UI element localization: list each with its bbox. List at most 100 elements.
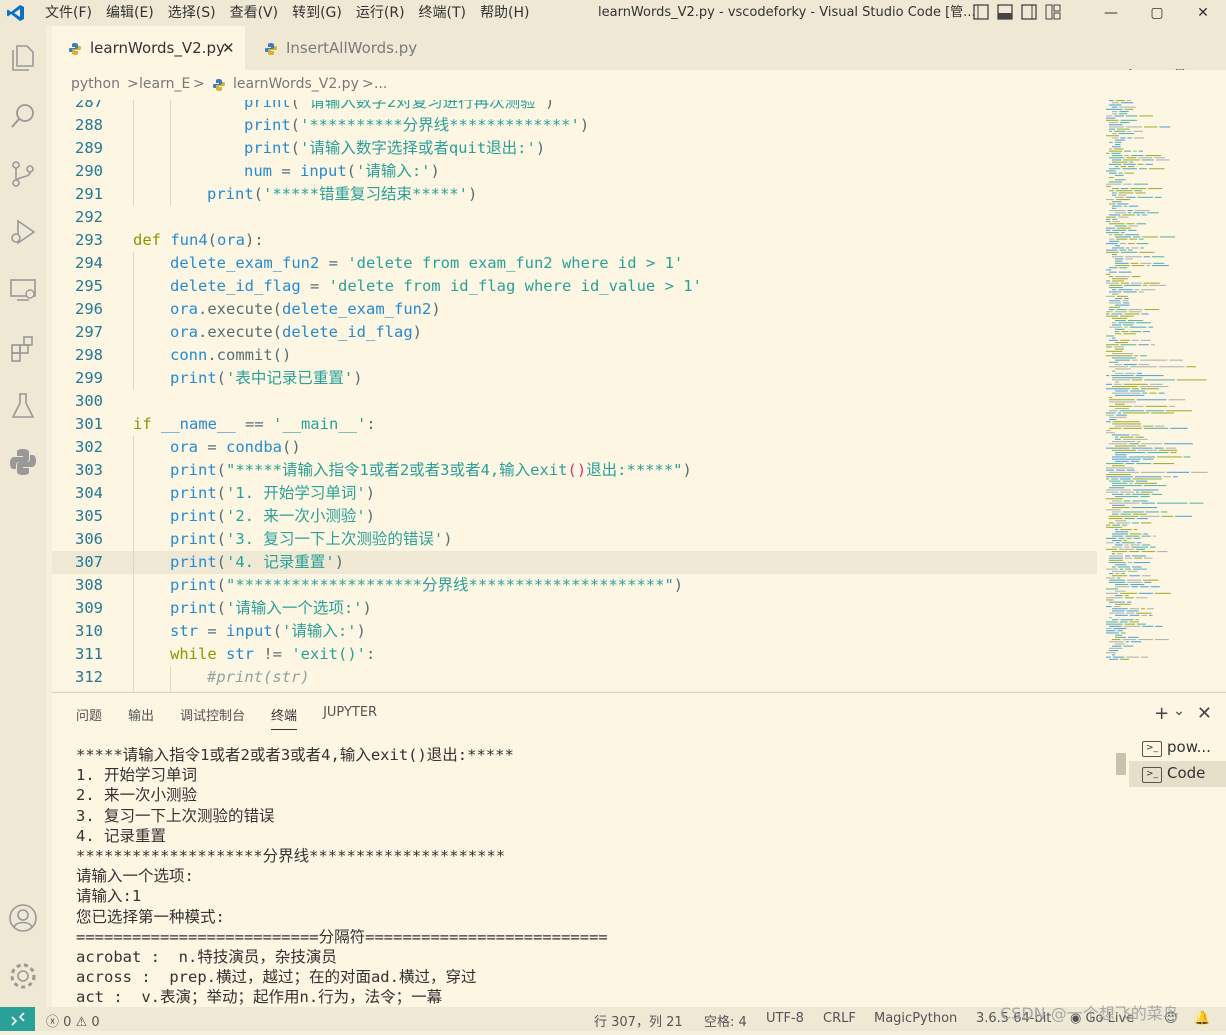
terminal-item-code[interactable]: >_ Code bbox=[1129, 761, 1226, 787]
tab-close-icon[interactable]: ✕ bbox=[222, 26, 235, 70]
code-line[interactable]: 291 print('*****错重复习结束*****') bbox=[52, 183, 1097, 206]
cursor-position[interactable]: 行 307，列 21 bbox=[594, 1011, 683, 1030]
toggle-panel-icon[interactable] bbox=[996, 3, 1014, 21]
code-line[interactable]: 310 str = input('请输入:') bbox=[52, 620, 1097, 643]
close-window-button[interactable]: ✕ bbox=[1180, 0, 1226, 26]
new-terminal-button[interactable]: + bbox=[1154, 703, 1169, 724]
minimap[interactable] bbox=[1104, 100, 1210, 660]
notifications-bell-icon[interactable]: 🔔 bbox=[1194, 1011, 1210, 1026]
toggle-sidebar-icon[interactable] bbox=[972, 3, 990, 21]
code-text: ora.execute(delete_exam_fun2) bbox=[170, 300, 441, 318]
panel-tab-terminal[interactable]: 终端 bbox=[271, 705, 298, 730]
code-line[interactable]: 302 ora = condba() bbox=[52, 436, 1097, 459]
line-number: 311 bbox=[75, 645, 103, 663]
python-icon[interactable] bbox=[7, 446, 39, 478]
line-number: 289 bbox=[75, 139, 103, 157]
source-control-icon[interactable] bbox=[7, 158, 39, 190]
menu-edit[interactable]: 编辑(E) bbox=[99, 0, 161, 26]
code-line[interactable]: 295 delete_id_flag = 'delete from id_flag… bbox=[52, 275, 1097, 298]
terminal-line: across : prep.横过，越过；在的对面ad.横过，穿过 bbox=[76, 968, 477, 987]
code-line[interactable]: 308 print("********************分界线*******… bbox=[52, 574, 1097, 597]
menu-view[interactable]: 查看(V) bbox=[223, 0, 286, 26]
code-line[interactable]: 300 bbox=[52, 390, 1097, 413]
panel-tab-debug-console[interactable]: 调试控制台 bbox=[180, 705, 245, 730]
run-debug-icon[interactable] bbox=[7, 216, 39, 248]
code-text: conn.commit() bbox=[170, 346, 292, 364]
menu-selection[interactable]: 选择(S) bbox=[161, 0, 223, 26]
code-line[interactable]: 297 ora.execute(delete_id_flag) bbox=[52, 321, 1097, 344]
line-number: 288 bbox=[75, 116, 103, 134]
code-line[interactable]: 298 conn.commit() bbox=[52, 344, 1097, 367]
code-line[interactable]: 306 print('3. 复习一下上次测验的错误') bbox=[52, 528, 1097, 551]
testing-flask-icon[interactable] bbox=[7, 390, 39, 422]
menu-run[interactable]: 运行(R) bbox=[349, 0, 412, 26]
terminal-dropdown-button[interactable]: ⌄ bbox=[1173, 703, 1185, 724]
problems-status[interactable]: ⓧ 0 ⚠ 0 bbox=[46, 1011, 100, 1030]
code-line[interactable]: 312 #print(str) bbox=[52, 666, 1097, 689]
close-panel-button[interactable]: ✕ bbox=[1197, 703, 1212, 724]
indent-guide bbox=[133, 436, 134, 691]
code-line[interactable]: 287 print('请输入数字2对复习进行再次测验') bbox=[52, 100, 1097, 114]
panel-tab-jupyter[interactable]: JUPYTER bbox=[323, 705, 377, 730]
toggle-secondary-sidebar-icon[interactable] bbox=[1020, 3, 1038, 21]
code-line[interactable]: 311 while str != 'exit()': bbox=[52, 643, 1097, 666]
code-line[interactable]: 303 print("*****请输入指令1或者2或者3或者4,输入exit()退… bbox=[52, 459, 1097, 482]
breadcrumb-separator: > bbox=[127, 76, 139, 92]
breadcrumb-item[interactable]: learn_E bbox=[139, 76, 190, 92]
terminal-line: 2. 来一次小测验 bbox=[76, 786, 197, 805]
code-line[interactable]: 305 print('2. 来一次小测验') bbox=[52, 505, 1097, 528]
encoding[interactable]: UTF-8 bbox=[766, 1011, 804, 1026]
python-file-icon bbox=[69, 43, 81, 55]
customize-layout-icon[interactable] bbox=[1044, 3, 1062, 21]
code-line[interactable]: 299 print('表中记录已重置') bbox=[52, 367, 1097, 390]
code-line[interactable]: 301 if __name__ == '__main__': bbox=[52, 413, 1097, 436]
code-line[interactable]: 307 print('4. 记录重置') bbox=[52, 551, 1097, 574]
extensions-icon[interactable] bbox=[7, 332, 39, 364]
terminal-scrollbar[interactable] bbox=[1116, 753, 1126, 775]
code-editor[interactable]: 287 print('请输入数字2对复习进行再次测验') 288 print('***… bbox=[52, 100, 1226, 691]
code-line[interactable]: 294 delete_exam_fun2 = 'delete from exam_… bbox=[52, 252, 1097, 275]
line-number: 291 bbox=[75, 185, 103, 203]
minimize-button[interactable]: — bbox=[1088, 0, 1134, 26]
maximize-button[interactable]: ▢ bbox=[1134, 0, 1180, 26]
tab-learnwords[interactable]: learnWords_V2.py ✕ bbox=[52, 26, 245, 70]
line-number: 287 bbox=[75, 100, 103, 111]
explorer-icon[interactable] bbox=[7, 42, 39, 74]
code-text: ora = condba() bbox=[170, 438, 301, 456]
remote-indicator-icon[interactable] bbox=[0, 1007, 35, 1031]
language-mode[interactable]: MagicPython bbox=[874, 1011, 957, 1026]
breadcrumb-item[interactable]: python bbox=[71, 76, 120, 92]
settings-gear-icon[interactable] bbox=[7, 960, 39, 992]
breadcrumb-item[interactable]: ... bbox=[374, 76, 387, 92]
terminal-line: ********************分界线*****************… bbox=[76, 846, 506, 865]
code-text: def fun4(ora): bbox=[133, 231, 264, 249]
indentation[interactable]: 空格: 4 bbox=[704, 1011, 747, 1030]
menu-go[interactable]: 转到(G) bbox=[285, 0, 349, 26]
menu-terminal[interactable]: 终端(T) bbox=[412, 0, 473, 26]
accounts-icon[interactable] bbox=[7, 902, 39, 934]
menu-file[interactable]: 文件(F) bbox=[38, 0, 99, 26]
panel-tab-output[interactable]: 输出 bbox=[128, 705, 154, 730]
code-line[interactable]: 313 if str == '1': bbox=[52, 689, 1097, 691]
code-line[interactable]: 293 def fun4(ora): bbox=[52, 229, 1097, 252]
terminal-line: 4. 记录重置 bbox=[76, 826, 166, 845]
terminal-icon: >_ bbox=[1142, 767, 1162, 783]
code-line[interactable]: 288 print('**********分界线*************') bbox=[52, 114, 1097, 137]
vscode-logo-icon bbox=[7, 5, 24, 21]
terminal-item-powershell[interactable]: >_ pow... bbox=[1129, 735, 1226, 761]
code-line[interactable]: 296 ora.execute(delete_exam_fun2) bbox=[52, 298, 1097, 321]
terminal-output[interactable]: *****请输入指令1或者2或者3或者4,输入exit()退出:***** 1. … bbox=[76, 745, 1106, 1007]
code-line[interactable]: 290 num = input('请输入:') bbox=[52, 160, 1097, 183]
menu-help[interactable]: 帮助(H) bbox=[473, 0, 536, 26]
search-icon[interactable] bbox=[7, 100, 39, 132]
tab-label: InsertAllWords.py bbox=[286, 39, 418, 57]
line-ending[interactable]: CRLF bbox=[823, 1011, 856, 1026]
panel-tab-problems[interactable]: 问题 bbox=[76, 705, 102, 730]
code-line[interactable]: 289 print('请输入数字选择或者quit退出:') bbox=[52, 137, 1097, 160]
tab-insertallwords[interactable]: InsertAllWords.py bbox=[246, 26, 456, 70]
breadcrumb-item[interactable]: learnWords_V2.py bbox=[233, 76, 359, 92]
code-line[interactable]: 292 bbox=[52, 206, 1097, 229]
code-line[interactable]: 309 print('请输入一个选项:') bbox=[52, 597, 1097, 620]
remote-explorer-icon[interactable] bbox=[7, 274, 39, 306]
code-line[interactable]: 304 print('1. 开始学习单词') bbox=[52, 482, 1097, 505]
